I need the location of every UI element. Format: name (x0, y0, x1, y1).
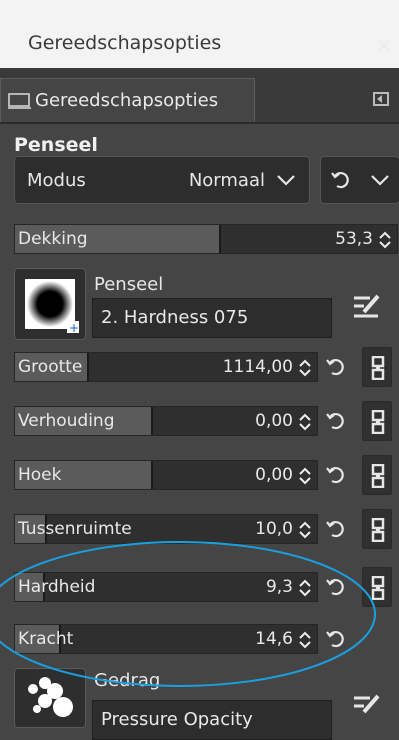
mode-reset-menu[interactable] (320, 156, 399, 204)
chevron-down-icon (371, 175, 389, 186)
spin-arrows-icon[interactable] (297, 358, 313, 378)
tab-menu-icon[interactable] (373, 92, 389, 106)
link-to-brush-button[interactable] (362, 509, 392, 549)
spin-arrows-icon[interactable] (377, 230, 393, 250)
chain-icon (371, 464, 385, 488)
mode-select[interactable]: Modus Normaal (14, 156, 310, 204)
reset-icon[interactable] (324, 575, 348, 599)
dock-tabbar: Gereedschapsopties (0, 68, 399, 124)
svg-text:+: + (69, 321, 79, 335)
mode-value: Normaal (188, 169, 265, 191)
slider-value: 9,3 (265, 577, 293, 597)
dynamics-icon (28, 677, 73, 717)
slider-hardheid[interactable]: Hardheid 9,3 (14, 572, 318, 602)
chain-icon (371, 410, 385, 434)
spin-arrows-icon[interactable] (297, 630, 313, 650)
slider-label: Hardheid (18, 577, 96, 597)
slider-label: Kracht (18, 629, 74, 649)
chain-icon (371, 356, 385, 380)
slider-value: 0,00 (255, 411, 293, 431)
brush-dot-icon: + (25, 279, 79, 335)
slider-value: 1114,00 (222, 357, 293, 377)
edit-brush-icon[interactable] (350, 290, 382, 322)
window-title: Gereedschapsopties (28, 32, 222, 54)
dialog-titlebar: Gereedschapsopties × (0, 0, 399, 68)
opacity-slider[interactable]: Dekking 53,3 (14, 224, 398, 254)
brush-preview[interactable]: + (14, 268, 86, 340)
spin-arrows-icon[interactable] (297, 520, 313, 540)
slider-value: 53,3 (335, 229, 373, 249)
spin-arrows-icon[interactable] (297, 412, 313, 432)
mode-label: Modus (27, 169, 86, 191)
link-to-brush-button[interactable] (362, 567, 392, 607)
link-to-brush-button[interactable] (362, 401, 392, 441)
tool-options-icon (8, 92, 31, 109)
slider-grootte[interactable]: Grootte 1114,00 (14, 352, 318, 382)
edit-dynamics-icon[interactable] (350, 690, 382, 722)
slider-hoek[interactable]: Hoek 0,00 (14, 460, 318, 490)
slider-label: Verhouding (18, 411, 115, 431)
slider-value: 14,6 (255, 629, 293, 649)
dynamics-preview[interactable] (14, 668, 86, 728)
dynamics-name-field[interactable]: Pressure Opacity (92, 700, 332, 740)
brush-name-field[interactable]: 2. Hardness 075 (92, 298, 332, 338)
reset-icon[interactable] (324, 409, 348, 433)
chain-icon (371, 518, 385, 542)
reset-icon[interactable] (324, 627, 348, 651)
brush-label: Penseel (94, 274, 164, 295)
reset-icon[interactable] (324, 463, 348, 487)
link-to-brush-button[interactable] (362, 347, 392, 387)
chain-icon (371, 576, 385, 600)
tool-name: Penseel (14, 134, 98, 156)
link-to-brush-button[interactable] (362, 455, 392, 495)
slider-value: 10,0 (255, 519, 293, 539)
slider-label: Tussenruimte (18, 519, 132, 539)
spin-arrows-icon[interactable] (297, 466, 313, 486)
tab-label: Gereedschapsopties (35, 90, 219, 111)
slider-label: Dekking (18, 229, 88, 249)
reset-icon (331, 171, 349, 189)
reset-icon[interactable] (324, 355, 348, 379)
tab-tool-options[interactable]: Gereedschapsopties (0, 78, 255, 122)
dynamics-label: Gedrag (94, 670, 161, 691)
close-button[interactable]: × (369, 26, 399, 66)
slider-value: 0,00 (255, 465, 293, 485)
spin-arrows-icon[interactable] (297, 578, 313, 598)
slider-kracht[interactable]: Kracht 14,6 (14, 624, 318, 654)
slider-label: Hoek (18, 465, 62, 485)
reset-icon[interactable] (324, 517, 348, 541)
slider-tussenruimte[interactable]: Tussenruimte 10,0 (14, 514, 318, 544)
slider-label: Grootte (18, 357, 83, 377)
slider-verhouding[interactable]: Verhouding 0,00 (14, 406, 318, 436)
chevron-down-icon (277, 175, 295, 186)
